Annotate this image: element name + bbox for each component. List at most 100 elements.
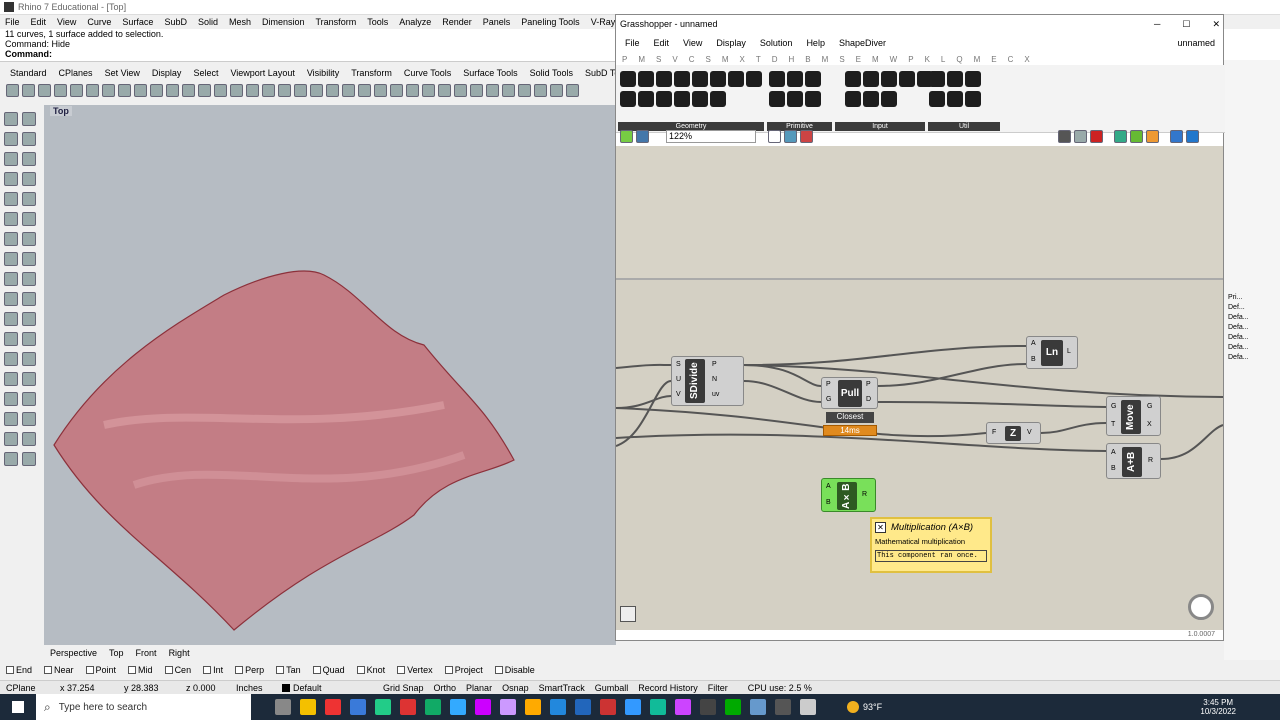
side-tool-icon[interactable] bbox=[22, 152, 36, 166]
gh-component-icon[interactable] bbox=[638, 71, 654, 87]
side-tool-icon[interactable] bbox=[22, 232, 36, 246]
osnap-toggle[interactable]: Perp bbox=[235, 665, 270, 675]
gh-component-icon[interactable] bbox=[692, 91, 708, 107]
gh-component-icon[interactable] bbox=[947, 91, 963, 107]
gh-tab[interactable]: P bbox=[622, 55, 627, 64]
osnap-toggle[interactable]: Disable bbox=[494, 665, 541, 675]
side-tool-icon[interactable] bbox=[22, 112, 36, 126]
side-tool-icon[interactable] bbox=[22, 272, 36, 286]
taskbar-app-icon[interactable] bbox=[450, 699, 466, 715]
toolbar-tool-icon[interactable] bbox=[70, 83, 83, 97]
zoom-select[interactable]: 122% bbox=[666, 129, 756, 143]
rhino-menu-item[interactable]: Tools bbox=[367, 17, 388, 27]
toolbar-tool-icon[interactable] bbox=[118, 83, 131, 97]
toolbar-tool-icon[interactable] bbox=[374, 83, 387, 97]
rhino-menu-item[interactable]: Curve bbox=[87, 17, 111, 27]
toolbar-tab[interactable]: Set View bbox=[105, 68, 140, 78]
view-tab[interactable]: Perspective bbox=[50, 648, 97, 658]
toolbar-tool-icon[interactable] bbox=[134, 83, 147, 97]
zoom-extents-icon[interactable] bbox=[768, 129, 781, 143]
rhino-menu-item[interactable]: Panels bbox=[483, 17, 511, 27]
osnap-toggle[interactable]: Quad bbox=[312, 665, 351, 675]
toolbar-tool-icon[interactable] bbox=[294, 83, 307, 97]
gh-component-icon[interactable] bbox=[620, 91, 636, 107]
gh-component-icon[interactable] bbox=[881, 91, 897, 107]
toolbar-tool-icon[interactable] bbox=[54, 83, 67, 97]
gh-tab[interactable]: T bbox=[756, 55, 761, 64]
side-tool-icon[interactable] bbox=[4, 172, 18, 186]
status-toggle[interactable]: Ortho bbox=[434, 683, 457, 693]
osnap-toggle[interactable]: Knot bbox=[356, 665, 392, 675]
osnap-toggle[interactable]: Point bbox=[85, 665, 123, 675]
gh-component-icon[interactable] bbox=[881, 71, 897, 87]
side-tool-icon[interactable] bbox=[4, 452, 18, 466]
taskbar-app-icon[interactable] bbox=[525, 699, 541, 715]
gh-component-icon[interactable] bbox=[929, 91, 945, 107]
toolbar-tab[interactable]: Viewport Layout bbox=[230, 68, 294, 78]
taskbar-app-icon[interactable] bbox=[725, 699, 741, 715]
gh-component-icon[interactable] bbox=[692, 71, 708, 87]
status-toggle[interactable]: SmartTrack bbox=[539, 683, 585, 693]
gh-component-icon[interactable] bbox=[947, 71, 963, 87]
gh-tab[interactable]: S bbox=[839, 55, 844, 64]
side-tool-icon[interactable] bbox=[22, 412, 36, 426]
taskbar-app-icon[interactable] bbox=[575, 699, 591, 715]
toolbar-tool-icon[interactable] bbox=[438, 83, 451, 97]
maximize-icon[interactable]: ☐ bbox=[1182, 19, 1190, 30]
toolbar-tool-icon[interactable] bbox=[230, 83, 243, 97]
help-icon[interactable] bbox=[1186, 129, 1199, 143]
top-viewport[interactable]: Top ✕✕✕✕✕✕✕✕✕✕✕✕✕✕✕✕✕✕✕✕✕✕✕✕✕✕✕✕✕✕✕✕✕✕✕✕… bbox=[44, 105, 616, 645]
side-tool-icon[interactable] bbox=[4, 232, 18, 246]
taskbar-app-icon[interactable] bbox=[425, 699, 441, 715]
move-component[interactable]: GT Move GX bbox=[1106, 396, 1161, 436]
osnap-toggle[interactable]: Project bbox=[444, 665, 489, 675]
gh-tab[interactable]: C bbox=[1008, 55, 1014, 64]
side-tool-icon[interactable] bbox=[4, 292, 18, 306]
open-icon[interactable] bbox=[620, 129, 633, 143]
addition-component[interactable]: AB A+B R bbox=[1106, 443, 1161, 479]
side-tool-icon[interactable] bbox=[4, 332, 18, 346]
taskbar-app-icon[interactable] bbox=[600, 699, 616, 715]
preview-off-icon[interactable] bbox=[1058, 129, 1071, 143]
bake-icon[interactable] bbox=[1114, 129, 1127, 143]
gh-component-icon[interactable] bbox=[638, 91, 654, 107]
gh-component-icon[interactable] bbox=[899, 71, 915, 87]
gh-component-icon[interactable] bbox=[710, 71, 726, 87]
gh-component-icon[interactable] bbox=[656, 91, 672, 107]
side-tool-icon[interactable] bbox=[22, 352, 36, 366]
taskbar-app-icon[interactable] bbox=[500, 699, 516, 715]
rhino-menu-item[interactable]: View bbox=[57, 17, 76, 27]
side-tool-icon[interactable] bbox=[22, 392, 36, 406]
side-tool-icon[interactable] bbox=[4, 372, 18, 386]
side-tool-icon[interactable] bbox=[4, 152, 18, 166]
osnap-toggle[interactable]: End bbox=[6, 665, 38, 675]
toolbar-tool-icon[interactable] bbox=[390, 83, 403, 97]
ln-component[interactable]: AB Ln L bbox=[1026, 336, 1078, 369]
toolbar-tool-icon[interactable] bbox=[198, 83, 211, 97]
side-tool-icon[interactable] bbox=[22, 252, 36, 266]
gh-component-icon[interactable] bbox=[787, 71, 803, 87]
viewport-label[interactable]: Top bbox=[50, 106, 72, 116]
toolbar-tool-icon[interactable] bbox=[342, 83, 355, 97]
gh-tab[interactable]: M bbox=[822, 55, 829, 64]
toolbar-tool-icon[interactable] bbox=[22, 83, 35, 97]
taskbar-app-icon[interactable] bbox=[400, 699, 416, 715]
multiplication-component[interactable]: AB A×B R bbox=[821, 478, 876, 512]
toolbar-tool-icon[interactable] bbox=[550, 83, 563, 97]
z-component[interactable]: F Z V bbox=[986, 422, 1041, 444]
sphere-icon[interactable] bbox=[1146, 129, 1159, 143]
osnap-toggle[interactable]: Tan bbox=[276, 665, 307, 675]
rhino-menu-item[interactable]: Surface bbox=[122, 17, 153, 27]
taskbar-search[interactable]: ⌕ Type here to search bbox=[36, 694, 251, 720]
toolbar-tab[interactable]: Display bbox=[152, 68, 182, 78]
side-tool-icon[interactable] bbox=[22, 312, 36, 326]
toolbar-tool-icon[interactable] bbox=[150, 83, 163, 97]
gh-menu-item[interactable]: ShapeDiver bbox=[839, 38, 886, 48]
toolbar-tool-icon[interactable] bbox=[166, 83, 179, 97]
toolbar-tab[interactable]: Select bbox=[193, 68, 218, 78]
gh-component-icon[interactable] bbox=[965, 91, 981, 107]
gh-component-icon[interactable] bbox=[620, 71, 636, 87]
rhino-menu-item[interactable]: Mesh bbox=[229, 17, 251, 27]
gh-menu-item[interactable]: File bbox=[625, 38, 640, 48]
toolbar-tool-icon[interactable] bbox=[38, 83, 51, 97]
